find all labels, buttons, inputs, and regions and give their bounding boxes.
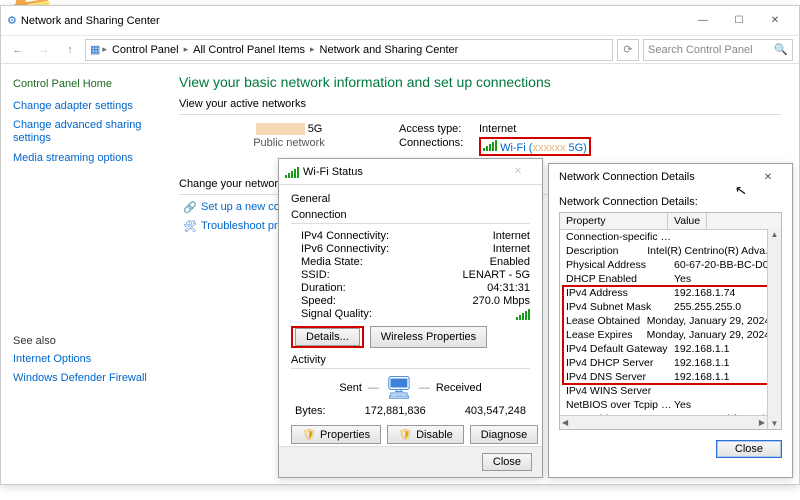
tab-general[interactable]: General: [291, 193, 530, 205]
search-placeholder: Search Control Panel: [648, 44, 753, 56]
table-row[interactable]: DHCP EnabledYes: [560, 272, 781, 286]
activity-section: Activity: [291, 354, 530, 366]
value-cell: 60-67-20-BB-BC-D0: [674, 258, 769, 272]
bytes-recv: 403,547,248: [465, 405, 526, 417]
properties-button[interactable]: 🛡Properties: [291, 425, 381, 444]
see-also-label: See also: [13, 335, 149, 347]
setup-icon: 🔗: [179, 201, 201, 214]
breadcrumb[interactable]: Control Panel: [109, 44, 182, 56]
signal-icon: [285, 166, 299, 178]
control-panel-home[interactable]: Control Panel Home: [13, 78, 149, 90]
media-state-label: Media State:: [301, 256, 363, 268]
main-titlebar: ⚙ Network and Sharing Center — ☐ ✕: [1, 6, 799, 36]
signal-quality-label: Signal Quality:: [301, 308, 372, 320]
control-panel-icon: ▦: [90, 43, 100, 56]
computer-icon: 🖥: [385, 375, 413, 401]
property-cell: Connection-specific DN...: [566, 230, 674, 244]
ipv4-conn-label: IPv4 Connectivity:: [301, 230, 389, 242]
sidebar-link-inetopt[interactable]: Internet Options: [13, 353, 149, 366]
property-cell: IPv4 WINS Server: [566, 384, 674, 398]
sidebar: Control Panel Home Change adapter settin…: [1, 64, 161, 484]
media-state-value: Enabled: [490, 256, 530, 268]
access-type-label: Access type:: [399, 123, 479, 135]
ipv6-conn-label: IPv6 Connectivity:: [301, 243, 389, 255]
vertical-scrollbar[interactable]: ▲▼: [767, 229, 781, 429]
search-icon: 🔍: [774, 43, 788, 56]
minimize-button[interactable]: —: [685, 11, 721, 31]
sidebar-link-firewall[interactable]: Windows Defender Firewall: [13, 372, 149, 385]
table-row[interactable]: Connection-specific DN...: [560, 230, 781, 244]
forward-button[interactable]: →: [33, 39, 55, 61]
bytes-sent: 172,881,836: [365, 405, 426, 417]
network-type: Public network: [179, 137, 399, 149]
sent-label: Sent: [339, 382, 362, 394]
breadcrumb[interactable]: All Control Panel Items: [190, 44, 308, 56]
conn-details-title: Network Connection Details: [555, 171, 750, 183]
duration-label: Duration:: [301, 282, 346, 294]
search-input[interactable]: Search Control Panel 🔍: [643, 39, 793, 61]
wifi-status-title: Wi-Fi Status: [299, 166, 500, 178]
col-value[interactable]: Value: [668, 213, 707, 229]
table-row[interactable]: Physical Address60-67-20-BB-BC-D0: [560, 258, 781, 272]
horizontal-scrollbar[interactable]: ◀▶: [560, 415, 767, 429]
property-cell: Physical Address: [566, 258, 674, 272]
network-name: xxxxxx 5G: [179, 121, 399, 137]
signal-icon: [483, 139, 497, 151]
sidebar-link-adapter[interactable]: Change adapter settings: [13, 100, 149, 113]
back-button[interactable]: ←: [7, 39, 29, 61]
refresh-button[interactable]: ⟳: [617, 39, 639, 61]
page-heading: View your basic network information and …: [179, 74, 781, 90]
value-cell: Yes: [674, 272, 691, 286]
duration-value: 04:31:31: [487, 282, 530, 294]
wifi-close-button[interactable]: Close: [482, 453, 532, 471]
close-button[interactable]: ✕: [500, 162, 536, 182]
ssid-value: LENART - 5G: [463, 269, 530, 281]
close-button[interactable]: ✕: [757, 11, 793, 31]
connections-label: Connections:: [399, 137, 479, 156]
table-row[interactable]: IPv4 WINS Server: [560, 384, 781, 398]
table-row[interactable]: DescriptionIntel(R) Centrino(R) Advanced…: [560, 244, 781, 258]
wireless-properties-button[interactable]: Wireless Properties: [370, 326, 487, 348]
wifi-connection-highlight: Wi-Fi (xxxxxx 5G): [479, 137, 591, 156]
highlight-box: [562, 285, 782, 385]
main-window-title: Network and Sharing Center: [17, 15, 685, 27]
connection-section: Connection: [291, 209, 530, 221]
speed-label: Speed:: [301, 295, 336, 307]
table-row[interactable]: NetBIOS over Tcpip En...Yes: [560, 398, 781, 412]
troubleshoot-icon: 🛠: [179, 220, 201, 233]
signal-icon: [516, 308, 530, 320]
wifi-status-dialog: Wi-Fi Status ✕ General Connection IPv4 C…: [278, 158, 543, 478]
property-cell: DHCP Enabled: [566, 272, 674, 286]
property-cell: NetBIOS over Tcpip En...: [566, 398, 674, 412]
details-table: Property Value Connection-specific DN...…: [559, 212, 782, 430]
col-property[interactable]: Property: [560, 213, 668, 229]
sidebar-link-sharing[interactable]: Change advanced sharing settings: [13, 119, 149, 145]
maximize-button[interactable]: ☐: [721, 11, 757, 31]
ipv6-conn-value: Internet: [493, 243, 530, 255]
speed-value: 270.0 Mbps: [473, 295, 530, 307]
breadcrumb[interactable]: Network and Sharing Center: [317, 44, 462, 56]
bytes-label: Bytes:: [295, 405, 326, 417]
details-button[interactable]: Details...: [295, 328, 360, 346]
diagnose-button[interactable]: Diagnose: [470, 425, 538, 444]
disable-button[interactable]: 🛡Disable: [387, 425, 464, 444]
value-cell: Intel(R) Centrino(R) Advanced-N 6205: [647, 244, 781, 258]
address-bar: ← → ↑ ▦ ▸ Control Panel ▸ All Control Pa…: [1, 36, 799, 64]
ipv4-conn-value: Internet: [493, 230, 530, 242]
access-type-value: Internet: [479, 123, 516, 135]
conn-details-label: Network Connection Details:: [559, 196, 782, 208]
value-cell: Yes: [674, 398, 691, 412]
wifi-connection-link[interactable]: Wi-Fi (xxxxxx 5G): [500, 142, 587, 154]
net-icon: ⚙: [7, 14, 17, 27]
connection-details-dialog: Network Connection Details ✕ Network Con…: [548, 163, 793, 478]
sidebar-link-media[interactable]: Media streaming options: [13, 152, 149, 165]
ssid-label: SSID:: [301, 269, 330, 281]
active-networks-label: View your active networks: [179, 98, 781, 110]
received-label: Received: [436, 382, 482, 394]
details-close-button[interactable]: Close: [716, 440, 782, 458]
breadcrumb-box[interactable]: ▦ ▸ Control Panel ▸ All Control Panel It…: [85, 39, 613, 61]
close-button[interactable]: ✕: [750, 167, 786, 187]
property-cell: Description: [566, 244, 647, 258]
up-button[interactable]: ↑: [59, 39, 81, 61]
